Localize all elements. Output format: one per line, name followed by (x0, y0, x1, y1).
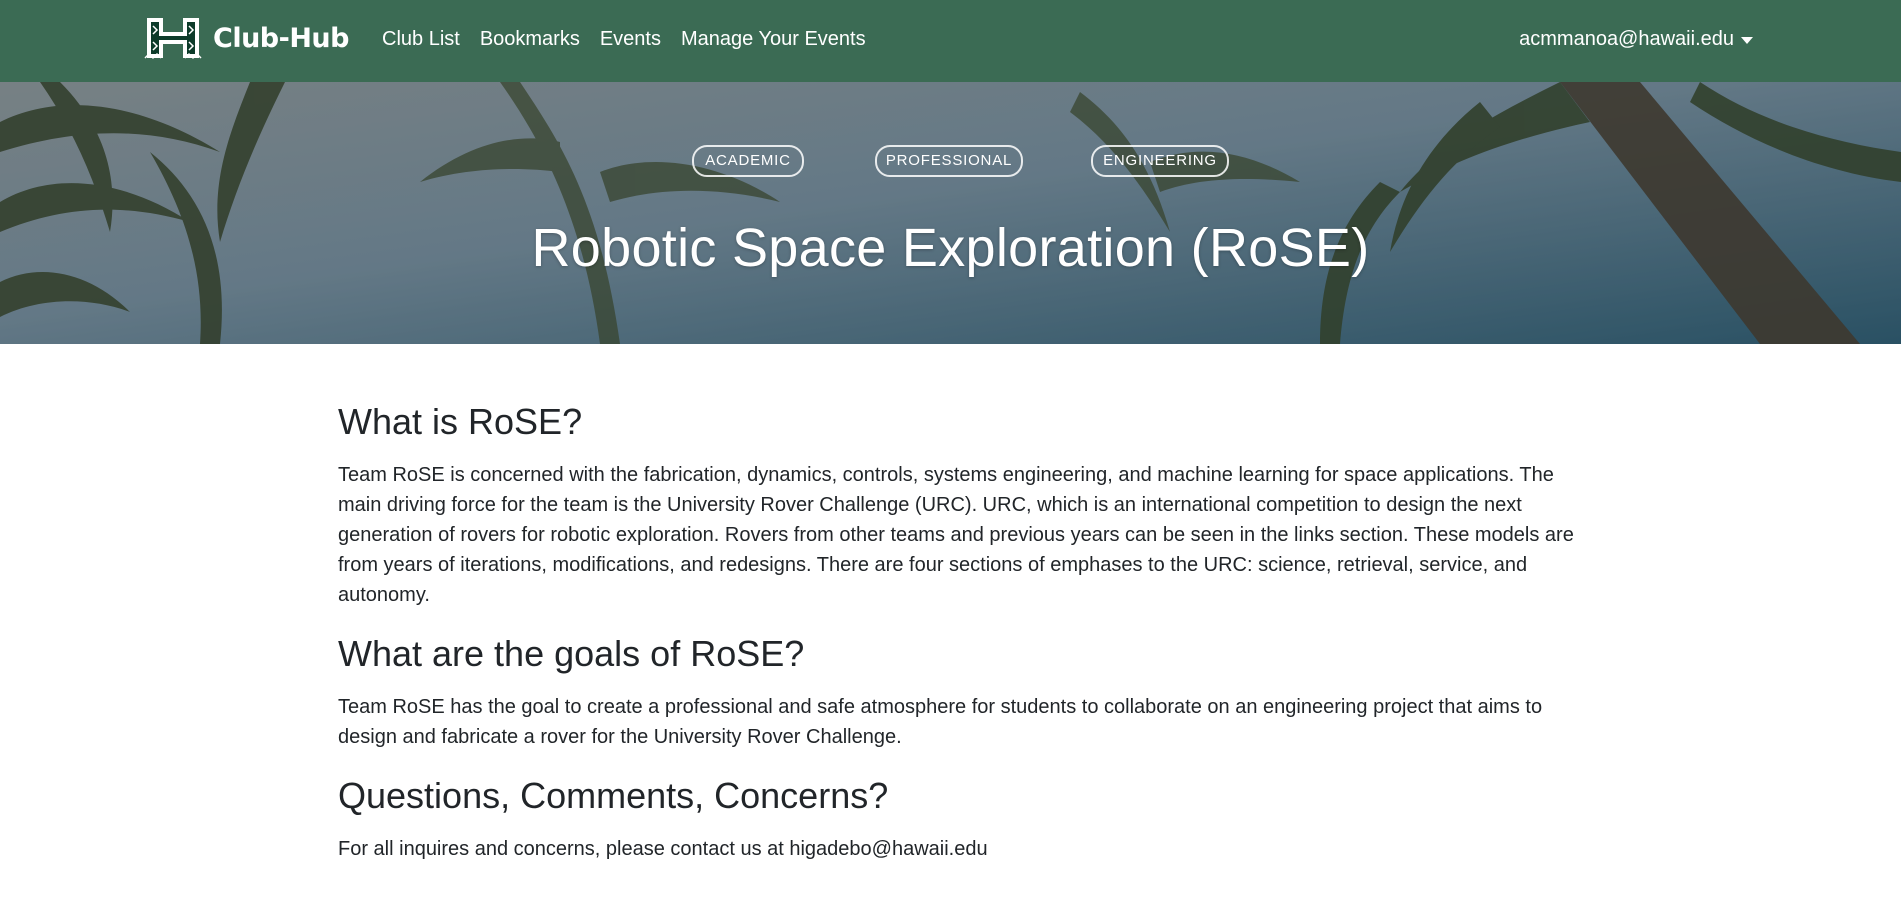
tag-professional: PROFESSIONAL (875, 145, 1023, 177)
club-description: What is RoSE? Team RoSE is concerned wit… (338, 400, 1588, 886)
section-text-what-is: Team RoSE is concerned with the fabricat… (338, 464, 1574, 606)
user-email: acmmanoa@hawaii.edu (1519, 28, 1734, 50)
club-title: Robotic Space Exploration (RoSE) (531, 218, 1370, 278)
section-heading-contact: Questions, Comments, Concerns? (338, 775, 889, 816)
hero-overlay (0, 82, 1901, 344)
brand-link[interactable]: Club-Hub (143, 14, 349, 62)
section-text-goals: Team RoSE has the goal to create a profe… (338, 696, 1543, 748)
section-heading-what-is: What is RoSE? (338, 401, 583, 442)
club-hero-banner: ACADEMIC PROFESSIONAL ENGINEERING Roboti… (0, 82, 1901, 344)
brand-name: Club-Hub (213, 22, 349, 54)
nav-link-club-list[interactable]: Club List (382, 28, 460, 51)
caret-down-icon (1741, 36, 1753, 44)
tag-academic: ACADEMIC (692, 145, 804, 177)
club-tags: ACADEMIC PROFESSIONAL ENGINEERING (0, 145, 1901, 177)
top-navbar: Club-Hub Club List Bookmarks Events Mana… (0, 0, 1901, 82)
user-dropdown[interactable]: acmmanoa@hawaii.edu (1519, 28, 1753, 51)
nav-links: Club List Bookmarks Events Manage Your E… (382, 28, 886, 51)
nav-link-events[interactable]: Events (600, 28, 661, 51)
nav-link-manage-your-events[interactable]: Manage Your Events (681, 28, 866, 51)
section-heading-goals: What are the goals of RoSE? (338, 633, 805, 674)
tag-engineering: ENGINEERING (1091, 145, 1229, 177)
section-text-contact: For all inquires and concerns, please co… (338, 838, 988, 860)
hawaii-h-logo-icon (144, 18, 202, 60)
nav-link-bookmarks[interactable]: Bookmarks (480, 28, 580, 51)
